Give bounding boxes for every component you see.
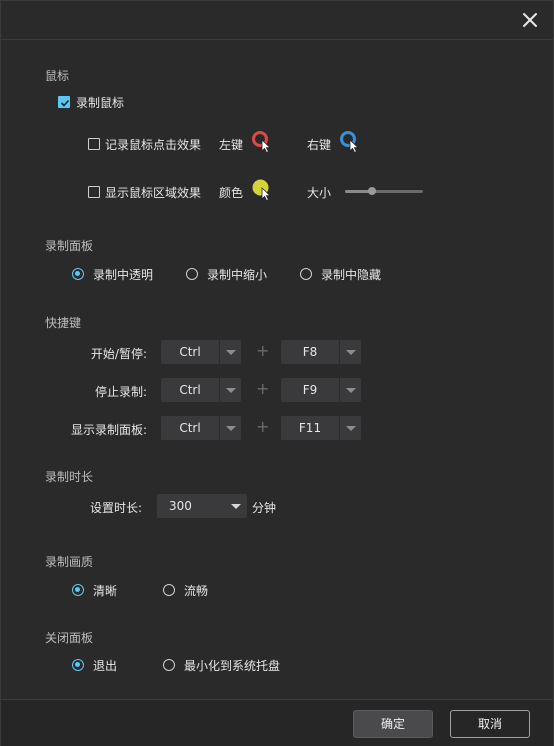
hotkey-show-panel-label: 显示录制面板: xyxy=(70,423,147,437)
radio-quality-clear-label: 清晰 xyxy=(93,584,118,598)
section-title-quality: 录制画质 xyxy=(45,555,94,569)
hotkey-stop-key-value: F9 xyxy=(302,383,318,397)
record-mouse-label: 录制鼠标 xyxy=(76,96,125,110)
hotkey-stop-modifier-value: Ctrl xyxy=(179,383,201,397)
dropdown-arrow-icon xyxy=(219,340,241,364)
area-effect-label: 显示鼠标区域效果 xyxy=(105,186,202,200)
radio-quality-smooth[interactable] xyxy=(163,584,175,596)
hotkey-stop-modifier[interactable]: Ctrl xyxy=(161,378,241,402)
duration-select[interactable]: 300 xyxy=(157,494,247,518)
hotkey-start-pause-modifier-value: Ctrl xyxy=(179,345,201,359)
dialog-footer: 确定 取消 xyxy=(1,699,553,746)
hotkey-start-pause-label: 开始/暂停: xyxy=(90,347,147,361)
right-click-cursor-icon xyxy=(340,131,360,154)
radio-quality-clear[interactable] xyxy=(72,584,84,596)
right-click-color-picker[interactable] xyxy=(339,130,363,158)
radio-panel-minimize[interactable] xyxy=(186,268,198,280)
left-click-cursor-icon xyxy=(252,131,272,154)
hotkey-stop-label: 停止录制: xyxy=(94,385,147,399)
cancel-button[interactable]: 取消 xyxy=(450,710,530,738)
check-icon xyxy=(60,99,70,107)
close-icon xyxy=(523,13,537,27)
radio-panel-transparent-label: 录制中透明 xyxy=(93,268,154,282)
radio-close-tray-label: 最小化到系统托盘 xyxy=(184,659,281,673)
hotkey-plus: + xyxy=(256,341,270,360)
section-title-duration: 录制时长 xyxy=(45,470,94,484)
duration-value: 300 xyxy=(169,499,192,513)
hotkey-show-panel-modifier[interactable]: Ctrl xyxy=(161,416,241,440)
hotkey-plus: + xyxy=(256,417,270,436)
duration-unit: 分钟 xyxy=(252,501,277,515)
settings-content: 鼠标 录制鼠标 记录鼠标点击效果 左键 右键 显示鼠标区域效果 颜色 大小 录制… xyxy=(1,40,553,698)
record-mouse-checkbox[interactable] xyxy=(58,96,70,108)
left-click-color-picker[interactable] xyxy=(251,130,275,158)
hotkey-start-pause-modifier[interactable]: Ctrl xyxy=(161,340,241,364)
ok-button[interactable]: 确定 xyxy=(353,710,433,738)
slider-thumb[interactable] xyxy=(368,187,376,195)
highlight-color-picker[interactable] xyxy=(251,178,275,206)
area-effect-checkbox[interactable] xyxy=(88,186,100,198)
title-bar xyxy=(1,1,553,40)
click-effect-checkbox[interactable] xyxy=(88,138,100,150)
chevron-down-icon xyxy=(231,504,241,509)
radio-close-tray[interactable] xyxy=(163,659,175,671)
radio-close-exit-label: 退出 xyxy=(93,659,118,673)
highlight-size-label: 大小 xyxy=(307,186,332,200)
radio-panel-hide-label: 录制中隐藏 xyxy=(321,268,382,282)
section-title-panel: 录制面板 xyxy=(45,239,94,253)
hotkey-start-pause-key[interactable]: F8 xyxy=(281,340,361,364)
section-title-close-panel: 关闭面板 xyxy=(45,631,94,645)
dropdown-arrow-icon xyxy=(339,378,361,402)
section-title-mouse: 鼠标 xyxy=(45,69,70,83)
hotkey-show-panel-key-value: F11 xyxy=(298,421,322,435)
right-click-label: 右键 xyxy=(307,138,332,152)
section-title-hotkeys: 快捷键 xyxy=(45,316,82,330)
left-click-label: 左键 xyxy=(219,138,244,152)
hotkey-start-pause-key-value: F8 xyxy=(302,345,318,359)
dropdown-arrow-icon xyxy=(339,340,361,364)
hotkey-show-panel-modifier-value: Ctrl xyxy=(179,421,201,435)
hotkey-plus: + xyxy=(256,379,270,398)
radio-close-exit[interactable] xyxy=(72,659,84,671)
settings-dialog: 鼠标 录制鼠标 记录鼠标点击效果 左键 右键 显示鼠标区域效果 颜色 大小 录制… xyxy=(0,0,554,746)
hotkey-stop-key[interactable]: F9 xyxy=(281,378,361,402)
close-button[interactable] xyxy=(519,9,541,31)
radio-panel-transparent[interactable] xyxy=(72,268,84,280)
click-effect-label: 记录鼠标点击效果 xyxy=(105,138,202,152)
dropdown-arrow-icon xyxy=(219,378,241,402)
hotkey-show-panel-key[interactable]: F11 xyxy=(281,416,361,440)
highlight-color-label: 颜色 xyxy=(219,186,244,200)
duration-label: 设置时长: xyxy=(90,501,143,515)
radio-panel-minimize-label: 录制中缩小 xyxy=(207,268,268,282)
dropdown-arrow-icon xyxy=(219,416,241,440)
highlight-cursor-icon xyxy=(252,179,272,202)
radio-quality-smooth-label: 流畅 xyxy=(184,584,209,598)
dropdown-arrow-icon xyxy=(339,416,361,440)
highlight-size-slider[interactable] xyxy=(345,187,423,195)
radio-panel-hide[interactable] xyxy=(300,268,312,280)
